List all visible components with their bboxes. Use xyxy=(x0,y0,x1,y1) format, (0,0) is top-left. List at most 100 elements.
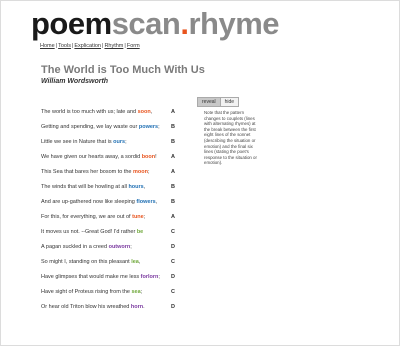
hide-button[interactable]: hide xyxy=(220,97,240,107)
rhyme-word: hours xyxy=(128,184,144,190)
rhyme-word: boon xyxy=(141,154,156,160)
poem-line-text: For this, for everything, we are out of … xyxy=(41,214,145,220)
rhyme-scheme-letter: B xyxy=(171,139,175,145)
rhyme-scheme-letter: D xyxy=(171,304,175,310)
line-text-post: , xyxy=(150,109,153,115)
poem-line: It moves us not. --Great God! I'd rather… xyxy=(41,229,181,244)
line-text-post: , xyxy=(138,259,141,265)
rhyme-scheme-letter: D xyxy=(171,244,175,250)
nav-form[interactable]: Form xyxy=(127,43,140,49)
nav-bar: Home|Tools|Explication|Rhythm|Form xyxy=(40,43,140,49)
line-text-pre: It moves us not. --Great God! I'd rather xyxy=(41,229,137,235)
poem-line: Have glimpses that would make me less fo… xyxy=(41,274,181,289)
poem-line: We have given our hearts away, a sordid … xyxy=(41,154,181,169)
rhyme-scheme-letter: C xyxy=(171,289,175,295)
line-text-pre: The winds that will be howling at all xyxy=(41,184,129,190)
line-text-pre: Have glimpses that would make me less xyxy=(41,274,141,280)
rhyme-scheme-letter: B xyxy=(171,184,175,190)
line-text-pre: The world is too much with us; late and xyxy=(41,109,138,115)
line-text-post: ; xyxy=(158,274,160,280)
nav-tools[interactable]: Tools xyxy=(58,43,71,49)
reveal-button[interactable]: reveal xyxy=(197,97,221,107)
poem-line: The world is too much with us; late and … xyxy=(41,109,181,124)
poem-line: A pagan suckled in a creed outworn; D xyxy=(41,244,181,259)
line-text-post: , xyxy=(155,199,158,205)
line-text-pre: This Sea that bares her bosom to the xyxy=(41,169,134,175)
rhyme-word: powers xyxy=(138,124,159,130)
line-text-post: ; xyxy=(143,214,146,220)
poem-line: For this, for everything, we are out of … xyxy=(41,214,181,229)
nav-separator: | xyxy=(55,43,58,49)
poem-title: The World is Too Much With Us xyxy=(41,64,205,76)
rhyme-word: soon xyxy=(137,109,151,115)
poem-line-text: The world is too much with us; late and … xyxy=(41,109,152,115)
rhyme-scheme-letter: D xyxy=(171,274,175,280)
poem-line: Little we see in Nature that is ours; B xyxy=(41,139,181,154)
line-text-post: ! xyxy=(155,154,157,160)
poem-line-text: Have sight of Proteus rising from the se… xyxy=(41,289,142,295)
rhyme-scheme-letter: A xyxy=(171,154,175,160)
poem-line-text: And are up-gathered now like sleeping fl… xyxy=(41,199,157,205)
rhyme-word: ours xyxy=(113,139,126,145)
nav-explication[interactable]: Explication xyxy=(74,43,101,49)
rhyme-word: lea xyxy=(131,259,139,265)
rhyme-word: tune xyxy=(132,214,144,220)
line-text-pre: Little we see in Nature that is xyxy=(41,139,114,145)
site-logo[interactable]: poemscan.rhyme xyxy=(31,6,280,42)
rhyme-word: forlorn xyxy=(140,274,159,280)
poem-line-text: We have given our hearts away, a sordid … xyxy=(41,154,157,160)
logo-part-poem: poem xyxy=(31,6,112,41)
rhyme-word: sea xyxy=(131,289,141,295)
logo-part-rhyme: rhyme xyxy=(188,6,280,41)
poem-line-text: Have glimpses that would make me less fo… xyxy=(41,274,160,280)
nav-home[interactable]: Home xyxy=(40,43,55,49)
poem-line-text: Little we see in Nature that is ours; xyxy=(41,139,127,145)
poem-line-text: Getting and spending, we lay waste our p… xyxy=(41,124,160,130)
poem-lines: The world is too much with us; late and … xyxy=(41,109,181,319)
line-text-post: ; xyxy=(148,169,150,175)
nav-separator: | xyxy=(124,43,126,49)
reveal-hide-toggle: reveal hide xyxy=(197,97,240,107)
poem-line-text: This Sea that bares her bosom to the moo… xyxy=(41,169,150,175)
rhyme-word: be xyxy=(136,229,144,235)
poem-line-text: So might I, standing on this pleasant le… xyxy=(41,259,140,265)
poem-line-text: The winds that will be howling at all ho… xyxy=(41,184,145,190)
poem-line: So might I, standing on this pleasant le… xyxy=(41,259,181,274)
line-text-post: . xyxy=(143,304,145,310)
poem-line: Or hear old Triton blow his wreathed hor… xyxy=(41,304,181,319)
rhyme-scheme-letter: A xyxy=(171,169,175,175)
poem-line-text: Or hear old Triton blow his wreathed hor… xyxy=(41,304,145,310)
line-text-post: , xyxy=(143,184,146,190)
poem-line: Getting and spending, we lay waste our p… xyxy=(41,124,181,139)
line-text-pre: And are up-gathered now like sleeping xyxy=(41,199,137,205)
poem-line: And are up-gathered now like sleeping fl… xyxy=(41,199,181,214)
rhyme-scheme-letter: C xyxy=(171,259,175,265)
logo-part-scan: scan xyxy=(111,6,181,41)
rhyme-scheme-letter: A xyxy=(171,109,175,115)
rhyme-scheme-letter: A xyxy=(171,214,175,220)
scheme-note: Note that the pattern changes to couplet… xyxy=(204,110,257,166)
rhyme-scheme-letter: B xyxy=(171,199,175,205)
poem-line-text: A pagan suckled in a creed outworn; xyxy=(41,244,132,250)
poem-line-text: It moves us not. --Great God! I'd rather… xyxy=(41,229,143,235)
poem-author: William Wordsworth xyxy=(41,78,109,85)
line-text-post: ; xyxy=(125,139,127,145)
line-text-post: ; xyxy=(158,124,160,130)
line-text-post: ; xyxy=(130,244,132,250)
rhyme-scheme-letter: B xyxy=(171,124,175,130)
line-text-pre: For this, for everything, we are out of xyxy=(41,214,133,220)
poem-line: Have sight of Proteus rising from the se… xyxy=(41,289,181,304)
line-text-pre: So might I, standing on this pleasant xyxy=(41,259,132,265)
line-text-pre: A pagan suckled in a creed xyxy=(41,244,109,250)
rhyme-word: flowers xyxy=(136,199,156,205)
poem-line: This Sea that bares her bosom to the moo… xyxy=(41,169,181,184)
poem-line: The winds that will be howling at all ho… xyxy=(41,184,181,199)
line-text-pre: Or hear old Triton blow his wreathed xyxy=(41,304,131,310)
rhyme-scheme-letter: C xyxy=(171,229,175,235)
line-text-pre: Have sight of Proteus rising from the xyxy=(41,289,132,295)
rhyme-word: outworn xyxy=(108,244,131,250)
nav-rhythm[interactable]: Rhythm xyxy=(104,43,123,49)
rhyme-word: horn xyxy=(130,304,144,310)
line-text-post: ; xyxy=(140,289,143,295)
line-text-pre: Getting and spending, we lay waste our xyxy=(41,124,139,130)
